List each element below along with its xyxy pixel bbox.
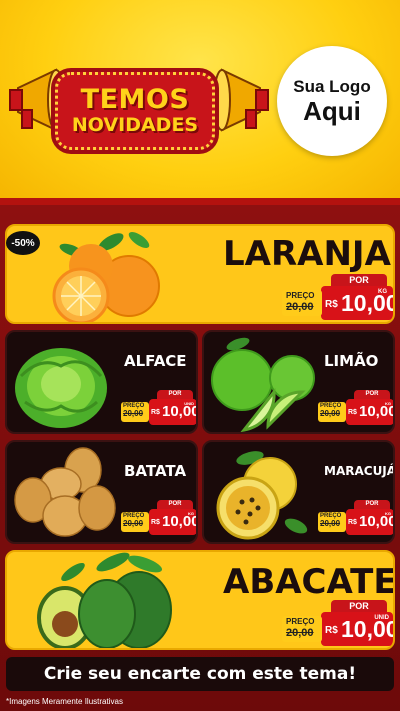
unit-label: UNID	[184, 401, 194, 406]
passionfruit-icon	[216, 451, 308, 540]
potato-icon	[14, 447, 116, 537]
old-price: PREÇO 20,00	[282, 290, 322, 316]
old-price: PREÇO 20,00	[282, 616, 322, 642]
currency: R$	[325, 625, 338, 636]
product-name: BATATA	[124, 462, 187, 480]
por-label: POR	[354, 390, 390, 399]
preco-label: PREÇO	[286, 291, 315, 300]
old-price-value: 20,00	[320, 519, 341, 528]
unit-label: UNID	[374, 615, 389, 621]
orange-icon	[52, 231, 160, 322]
discount-badge: -50%	[6, 231, 40, 255]
price-tag: POR R$ 10,00 KG PREÇO 20,00	[318, 500, 393, 540]
badge-line2: NOVIDADES	[71, 114, 199, 136]
old-price: PREÇO 20,00	[318, 512, 346, 532]
product-card-abacate[interactable]: ABACATE POR R$ 10,00 UNID PREÇO 20,00	[5, 550, 395, 650]
product-card-maracuja[interactable]: MARACUJÁ POR R$ 10,00 KG PREÇO 20,00	[202, 440, 395, 544]
old-price-value: 20,00	[286, 301, 314, 313]
price-box: R$ 10,00 KG	[346, 399, 393, 425]
avocado-icon	[37, 552, 172, 648]
old-price-value: 20,00	[286, 627, 314, 639]
product-card-laranja[interactable]: LARANJA POR R$ 10,00 KG PREÇO 20,00	[5, 224, 395, 324]
por-label: POR	[157, 500, 193, 509]
unit-label: KG	[188, 511, 194, 516]
unit-label: KG	[385, 511, 391, 516]
price-box: R$ 10,00 KG	[149, 509, 196, 535]
por-label: POR	[331, 274, 387, 286]
badge-line1: TEMOS	[80, 84, 190, 115]
product-name: ALFACE	[124, 352, 187, 370]
unit-label: KG	[378, 289, 387, 295]
lettuce-icon	[15, 348, 107, 428]
unit-label: KG	[385, 401, 391, 406]
temos-novidades-badge: TEMOS NOVIDADES	[55, 72, 215, 150]
price-box: R$ 10,00 UNID	[149, 399, 196, 425]
old-price: PREÇO 20,00	[318, 402, 346, 422]
lime-icon	[211, 337, 315, 432]
logo-line1: Sua Logo	[293, 77, 371, 96]
currency: R$	[325, 299, 338, 310]
disclaimer-note: *Imagens Meramente Ilustrativas	[6, 697, 123, 706]
footer-text: Crie seu encarte com este tema!	[43, 664, 357, 684]
price-tag: POR R$ 10,00 UNID PREÇO 20,00	[121, 390, 196, 430]
currency: R$	[151, 409, 160, 416]
old-price-value: 20,00	[123, 519, 144, 528]
product-card-alface[interactable]: ALFACE POR R$ 10,00 UNID PREÇO 20,00	[5, 330, 198, 434]
product-name: LIMÃO	[324, 352, 379, 370]
old-price-value: 20,00	[123, 409, 144, 418]
price-box: R$ 10,00 KG	[321, 286, 393, 320]
logo-placeholder[interactable]: Sua Logo Aqui	[277, 46, 387, 156]
old-price-value: 20,00	[320, 409, 341, 418]
price-box: R$ 10,00 KG	[346, 509, 393, 535]
por-label: POR	[157, 390, 193, 399]
price-tag: POR R$ 10,00 KG PREÇO 20,00	[121, 500, 196, 540]
price-tag: POR R$ 10,00 KG PREÇO 20,00	[318, 390, 393, 430]
currency: R$	[151, 519, 160, 526]
product-name: ABACATE	[223, 562, 395, 602]
price-tag: POR R$ 10,00 UNID PREÇO 20,00	[277, 600, 393, 648]
product-name: MARACUJÁ	[324, 464, 395, 478]
megaphone-right-icon	[213, 68, 269, 132]
product-card-batata[interactable]: BATATA POR R$ 10,00 KG PREÇO 20,00	[5, 440, 198, 544]
price-box: R$ 10,00 UNID	[321, 612, 393, 646]
preco-label: PREÇO	[286, 617, 315, 626]
product-name: LARANJA	[223, 234, 391, 274]
currency: R$	[348, 519, 357, 526]
price-tag: POR R$ 10,00 KG PREÇO 20,00	[277, 274, 393, 322]
por-label: POR	[354, 500, 390, 509]
product-card-limao[interactable]: LIMÃO POR R$ 10,00 KG PREÇO 20,00	[202, 330, 395, 434]
old-price: PREÇO 20,00	[121, 512, 149, 532]
por-label: POR	[331, 600, 387, 612]
currency: R$	[348, 409, 357, 416]
footer-banner[interactable]: Crie seu encarte com este tema!	[6, 657, 394, 691]
logo-line2: Aqui	[303, 96, 361, 126]
old-price: PREÇO 20,00	[121, 402, 149, 422]
